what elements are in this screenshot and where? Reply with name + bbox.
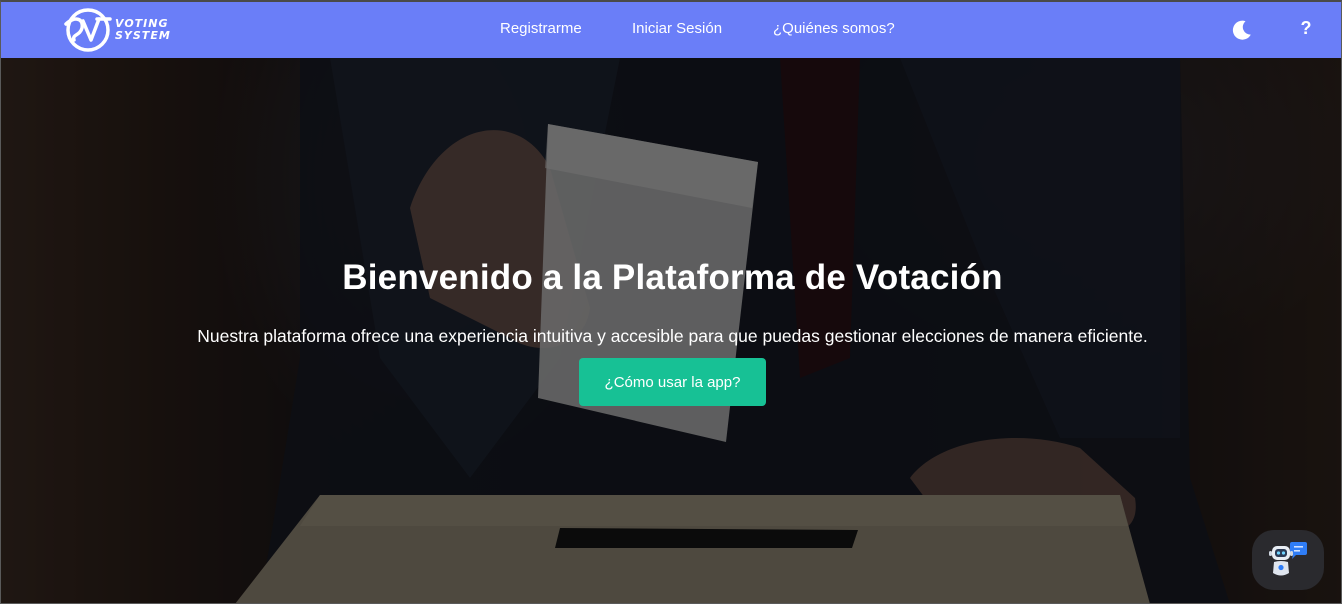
top-navbar: VOTING SYSTEM Registrarme Iniciar Sesión… xyxy=(0,0,1342,58)
hero-subtitle: Nuestra plataforma ofrece una experienci… xyxy=(197,326,1148,346)
nav-link-register[interactable]: Registrarme xyxy=(500,20,582,37)
chatbot-button[interactable] xyxy=(1252,530,1324,590)
logo[interactable]: VOTING SYSTEM xyxy=(64,8,194,52)
hero-section: Bienvenido a la Plataforma de Votación N… xyxy=(0,58,1342,604)
moon-icon[interactable] xyxy=(1230,18,1254,42)
hero-title: Bienvenido a la Plataforma de Votación xyxy=(342,258,1003,297)
nav-link-login[interactable]: Iniciar Sesión xyxy=(632,20,722,37)
nav-link-about[interactable]: ¿Quiénes somos? xyxy=(773,20,895,37)
brand-line-2: SYSTEM xyxy=(115,29,171,42)
nav-links: Registrarme Iniciar Sesión ¿Quiénes somo… xyxy=(0,0,1342,58)
brand-name: VOTING SYSTEM xyxy=(115,18,171,42)
how-to-use-button[interactable]: ¿Cómo usar la app? xyxy=(579,358,766,406)
help-button[interactable]: ? xyxy=(1298,18,1314,39)
chatbot-robot-icon xyxy=(1269,542,1307,576)
hero-content: Bienvenido a la Plataforma de Votación N… xyxy=(0,58,1342,604)
logo-icon xyxy=(64,8,112,52)
